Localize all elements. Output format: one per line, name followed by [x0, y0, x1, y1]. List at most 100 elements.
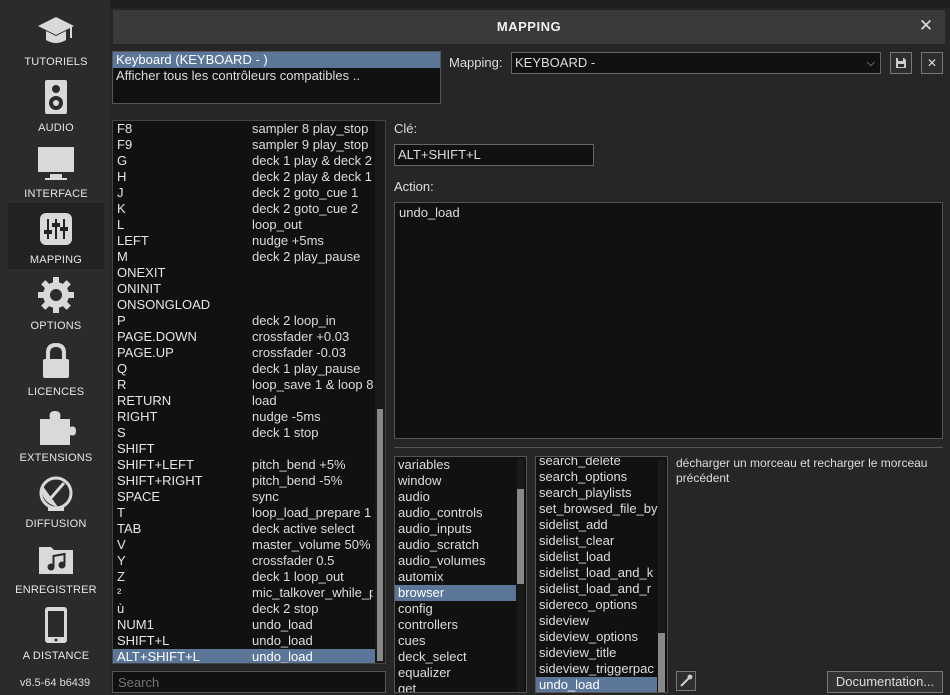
- category-item[interactable]: variables: [395, 457, 516, 473]
- category-item[interactable]: audio_controls: [395, 505, 516, 521]
- category-item[interactable]: controllers: [395, 617, 516, 633]
- controller-list[interactable]: Keyboard (KEYBOARD - ) Afficher tous les…: [112, 51, 441, 104]
- command-item[interactable]: search_delete: [536, 457, 657, 469]
- key-row[interactable]: RIGHT nudge -5ms: [113, 409, 385, 425]
- key-row[interactable]: Lloop_out: [113, 217, 385, 233]
- key-row[interactable]: ² mic_talkover_while_p: [113, 585, 385, 601]
- category-item[interactable]: audio_inputs: [395, 521, 516, 537]
- documentation-button[interactable]: Documentation...: [827, 671, 943, 693]
- sidebar-item-licences[interactable]: LICENCES: [8, 335, 104, 401]
- command-item[interactable]: sidelist_add: [536, 517, 657, 533]
- key-row[interactable]: Qdeck 1 play_pause: [113, 361, 385, 377]
- key-action: pitch_bend +5%: [252, 457, 346, 472]
- command-item[interactable]: set_browsed_file_by: [536, 501, 658, 517]
- action-editor[interactable]: undo_load: [394, 202, 943, 439]
- key-row[interactable]: PAGE.DOWN crossfader +0.03: [113, 329, 385, 345]
- category-list[interactable]: variables window audio audio_controls audio_…: [394, 456, 527, 693]
- command-list[interactable]: search_delete search_options search_playli…: [535, 456, 668, 693]
- category-item[interactable]: cues: [395, 633, 516, 649]
- key-row[interactable]: ONSONGLOAD: [113, 297, 385, 313]
- category-item[interactable]: automix: [395, 569, 516, 585]
- key-row[interactable]: SHIFT+LEFT pitch_bend +5%: [113, 457, 385, 473]
- controller-item[interactable]: Afficher tous les contrôleurs compatible…: [113, 68, 440, 84]
- key-row[interactable]: Kdeck 2 goto_cue 2: [113, 201, 385, 217]
- sidebar-item-tutoriels[interactable]: TUTORIELS: [8, 5, 104, 71]
- sidebar-item-diffusion[interactable]: DIFFUSION: [8, 467, 104, 533]
- key-row[interactable]: Tloop_load_prepare 1: [113, 505, 385, 521]
- command-item[interactable]: sidelist_load: [536, 549, 657, 565]
- key-row[interactable]: Ycrossfader 0.5: [113, 553, 385, 569]
- key-row[interactable]: Rloop_save 1 & loop 8: [113, 377, 385, 393]
- key-row[interactable]: RETURN load: [113, 393, 385, 409]
- sidebar-item-options[interactable]: OPTIONS: [8, 269, 104, 335]
- command-item[interactable]: sidelist_load_and_k: [536, 565, 657, 581]
- key-row[interactable]: ù deck 2 stop: [113, 601, 385, 617]
- category-item[interactable]: deck_select: [395, 649, 516, 665]
- close-icon[interactable]: ✕: [917, 17, 935, 35]
- key-row[interactable]: F8 sampler 8 play_stop: [113, 121, 385, 137]
- key-row[interactable]: Jdeck 2 goto_cue 1: [113, 185, 385, 201]
- command-item[interactable]: undo_load: [536, 677, 657, 692]
- command-item[interactable]: sideview_options: [536, 629, 657, 645]
- key-row[interactable]: Sdeck 1 stop: [113, 425, 385, 441]
- key-row[interactable]: SHIFT+L undo_load: [113, 633, 385, 649]
- key-name: SHIFT+L: [117, 633, 170, 648]
- category-item[interactable]: audio: [395, 489, 516, 505]
- key-row[interactable]: LEFT nudge +5ms: [113, 233, 385, 249]
- key-list[interactable]: F8 sampler 8 play_stop F9 sampler 9 play_st…: [112, 120, 386, 664]
- category-item[interactable]: browser: [395, 585, 516, 601]
- key-row[interactable]: TAB deck active select: [113, 521, 385, 537]
- category-item[interactable]: audio_volumes: [395, 553, 516, 569]
- sidebar-item-enregistrer[interactable]: ENREGISTRER: [8, 533, 104, 599]
- delete-button[interactable]: ✕: [921, 52, 943, 74]
- sidebar-item-a-distance[interactable]: A DISTANCE: [8, 599, 104, 665]
- key-row[interactable]: Hdeck 2 play & deck 1: [113, 169, 385, 185]
- key-row[interactable]: SHIFT: [113, 441, 385, 457]
- command-item[interactable]: search_options: [536, 469, 657, 485]
- command-item[interactable]: sideview_title: [536, 645, 657, 661]
- category-item[interactable]: config: [395, 601, 516, 617]
- key-field[interactable]: ALT+SHIFT+L: [394, 144, 594, 166]
- key-row[interactable]: ONEXIT: [113, 265, 385, 281]
- sidebar-item-extensions[interactable]: EXTENSIONS: [8, 401, 104, 467]
- controller-item[interactable]: Keyboard (KEYBOARD - ): [113, 52, 440, 68]
- key-name: Q: [117, 361, 128, 376]
- key-row[interactable]: Pdeck 2 loop_in: [113, 313, 385, 329]
- category-item[interactable]: equalizer: [395, 665, 516, 681]
- save-button[interactable]: [890, 52, 912, 74]
- key-row[interactable]: ONINIT: [113, 281, 385, 297]
- command-scrollbar[interactable]: [658, 459, 665, 692]
- command-item[interactable]: sidereco_options: [536, 597, 657, 613]
- category-scrollbar[interactable]: [517, 459, 524, 692]
- key-action: loop_out: [252, 217, 302, 232]
- key-row[interactable]: SHIFT+RIGHT pitch_bend -5%: [113, 473, 385, 489]
- category-item[interactable]: get: [395, 681, 516, 692]
- monitor-icon: [38, 147, 74, 180]
- key-row[interactable]: Gdeck 1 play & deck 2: [113, 153, 385, 169]
- key-row[interactable]: NUM1 undo_load: [113, 617, 385, 633]
- sidebar-item-mapping[interactable]: MAPPING: [8, 203, 104, 269]
- key-row[interactable]: Vmaster_volume 50%: [113, 537, 385, 553]
- command-item[interactable]: sidelist_load_and_r: [536, 581, 657, 597]
- key-row[interactable]: SPACE sync: [113, 489, 385, 505]
- key-action: sampler 8 play_stop: [252, 121, 369, 136]
- key-row[interactable]: ALT+SHIFT+L undo_load: [113, 649, 385, 663]
- command-item[interactable]: search_playlists: [536, 485, 657, 501]
- command-item[interactable]: sideview_triggerpac: [536, 661, 657, 677]
- category-item[interactable]: audio_scratch: [395, 537, 516, 553]
- mapping-select-value: KEYBOARD -: [515, 55, 596, 70]
- key-list-scrollbar[interactable]: [375, 121, 385, 663]
- search-input[interactable]: [112, 671, 386, 693]
- music-folder-icon: [39, 547, 73, 574]
- sidebar-item-interface[interactable]: INTERFACE: [8, 137, 104, 203]
- key-row[interactable]: Mdeck 2 play_pause: [113, 249, 385, 265]
- command-item[interactable]: sidelist_clear: [536, 533, 657, 549]
- key-row[interactable]: Zdeck 1 loop_out: [113, 569, 385, 585]
- key-row[interactable]: F9 sampler 9 play_stop: [113, 137, 385, 153]
- sidebar-item-audio[interactable]: AUDIO: [8, 71, 104, 137]
- mapping-select[interactable]: KEYBOARD - ⌵: [511, 52, 881, 74]
- command-item[interactable]: sideview: [536, 613, 657, 629]
- pipette-button[interactable]: [676, 671, 696, 691]
- key-row[interactable]: PAGE.UP crossfader -0.03: [113, 345, 385, 361]
- category-item[interactable]: window: [395, 473, 516, 489]
